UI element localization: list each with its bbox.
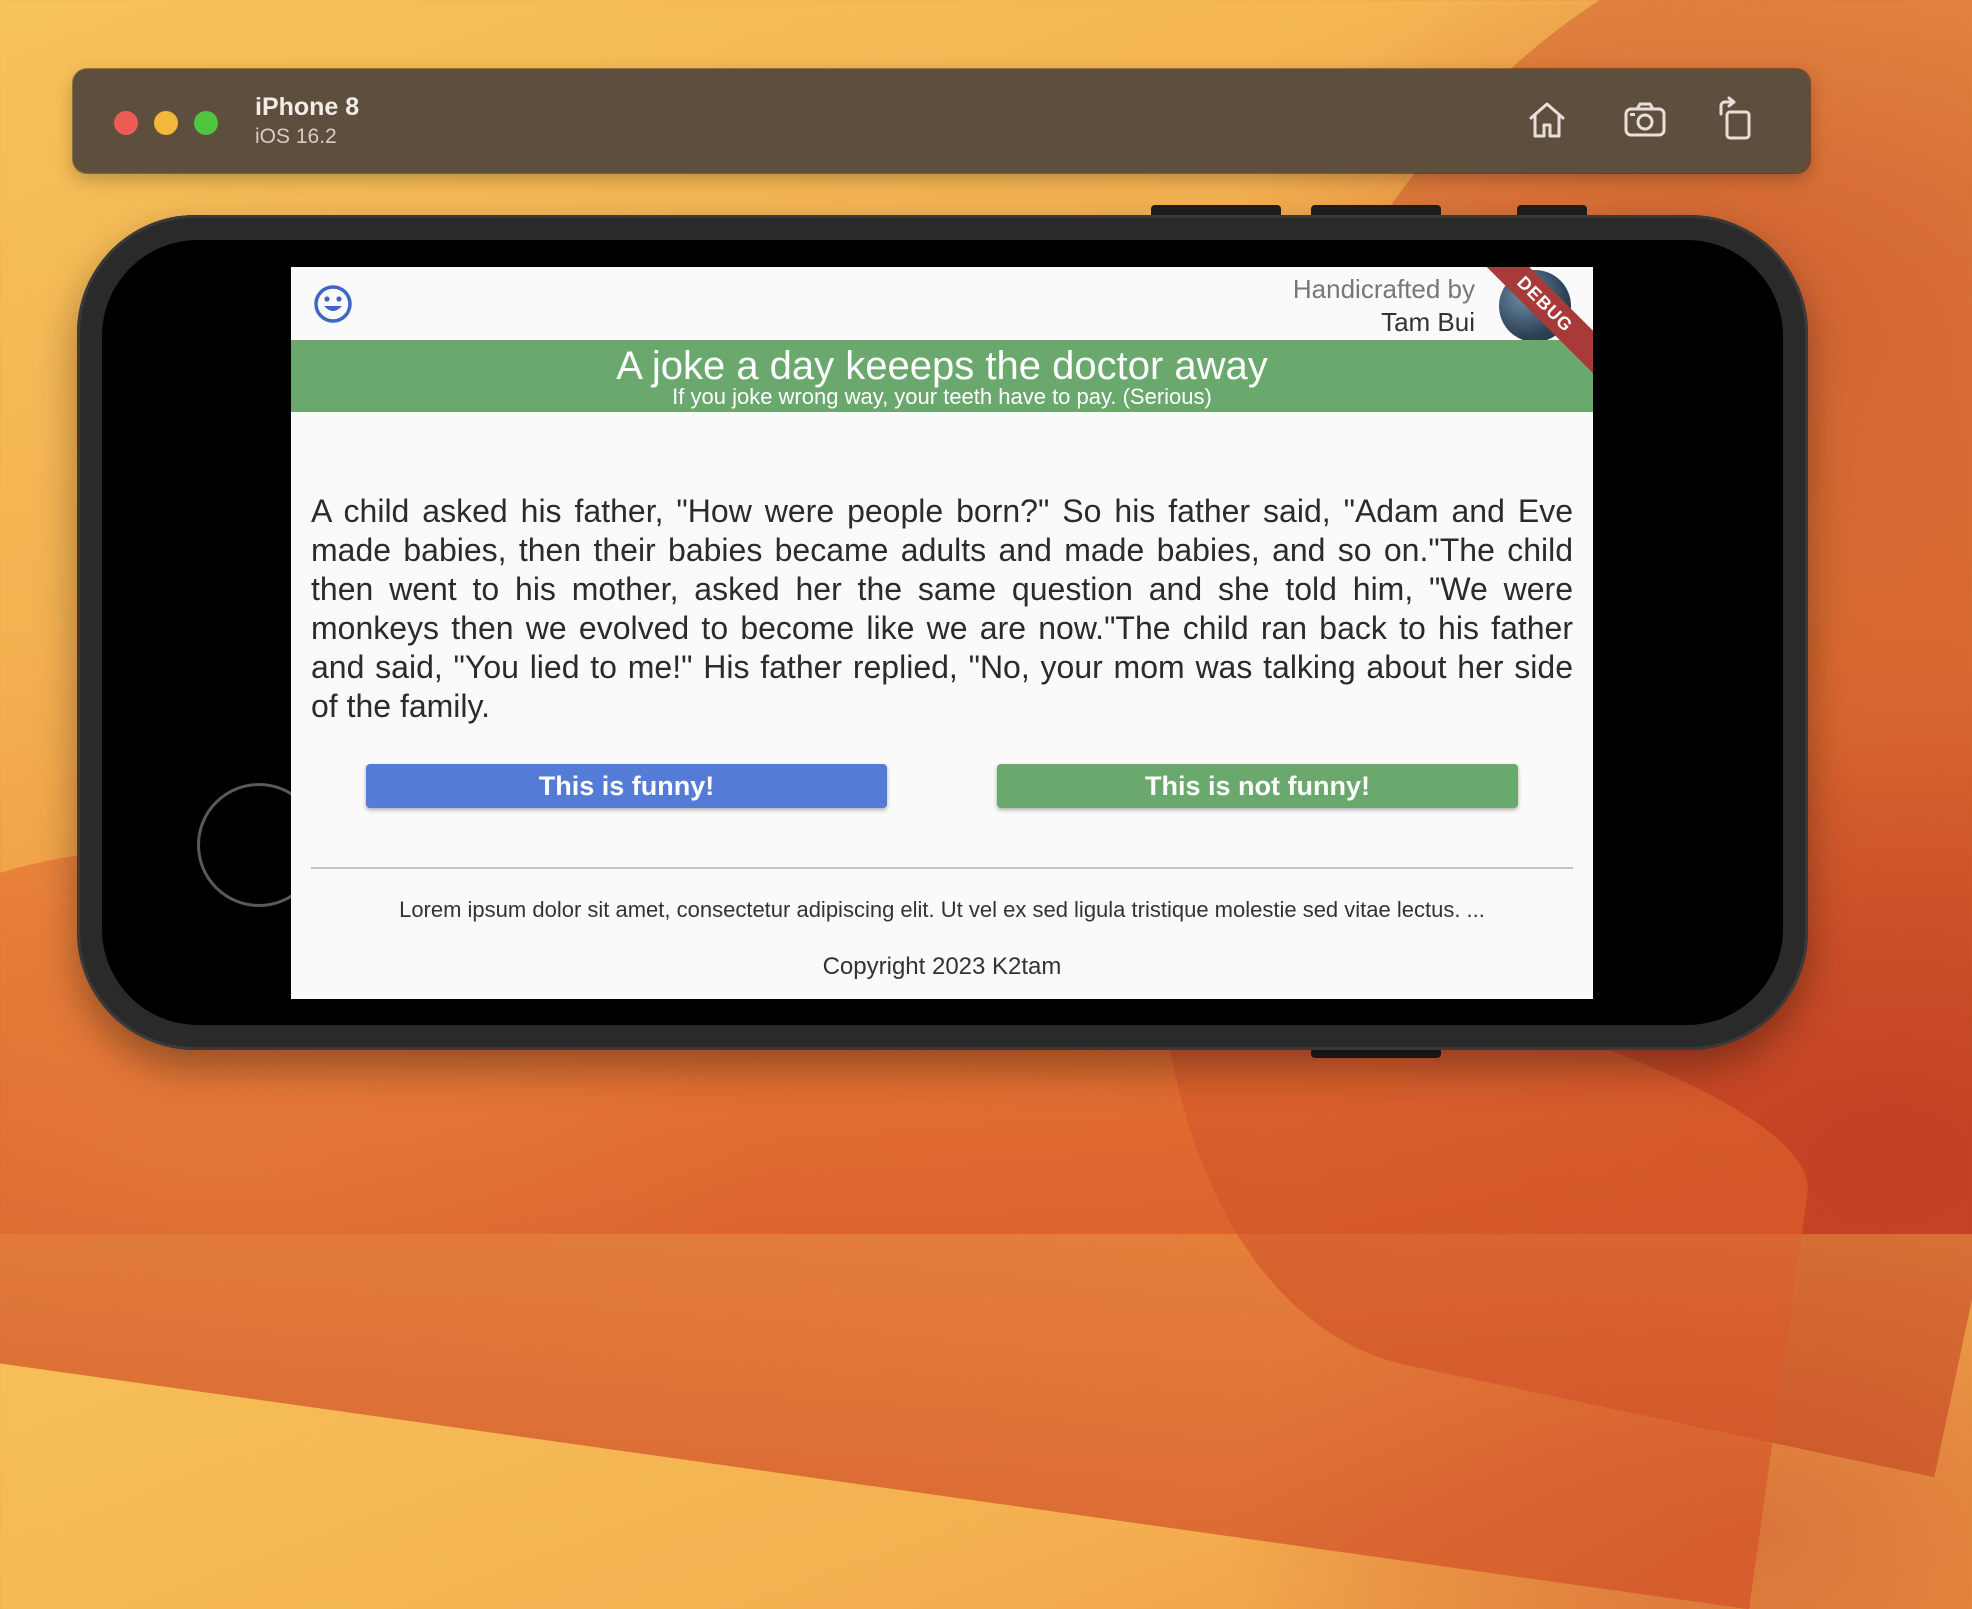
- page-title: A joke a day keeeps the doctor away: [616, 344, 1268, 388]
- footer-lorem-text: Lorem ipsum dolor sit amet, consectetur …: [399, 897, 1485, 922]
- zoom-window-button[interactable]: [194, 111, 218, 135]
- author-name: Tam Bui: [1381, 307, 1475, 337]
- rotate-icon[interactable]: [1713, 96, 1761, 144]
- app-screen: Handicrafted by Tam Bui A joke a day kee…: [291, 267, 1593, 999]
- smiley-face-icon[interactable]: [313, 284, 353, 324]
- not-funny-button[interactable]: This is not funny!: [997, 764, 1518, 808]
- minimize-window-button[interactable]: [154, 111, 178, 135]
- title-banner: A joke a day keeeps the doctor away If y…: [291, 340, 1593, 412]
- joke-text: A child asked his father, "How were peop…: [311, 493, 1573, 724]
- page-subtitle: If you joke wrong way, your teeth have t…: [672, 384, 1212, 409]
- volume-up-button: [1151, 205, 1281, 215]
- copyright-text: Copyright 2023 K2tam: [822, 953, 1062, 980]
- funny-button[interactable]: This is funny!: [366, 764, 887, 808]
- os-version: iOS 16.2: [255, 125, 337, 148]
- mute-switch: [1517, 205, 1587, 215]
- device-name: iPhone 8: [255, 93, 360, 121]
- simulator-titlebar: iPhone 8 iOS 16.2: [73, 69, 1810, 173]
- author-credit: Handicrafted by Tam Bui: [1293, 273, 1475, 339]
- screenshot-icon[interactable]: [1621, 96, 1669, 144]
- close-window-button[interactable]: [114, 111, 138, 135]
- volume-down-button: [1311, 205, 1441, 215]
- footer-divider: [311, 867, 1573, 869]
- home-icon[interactable]: [1523, 96, 1571, 144]
- credit-label: Handicrafted by: [1292, 274, 1475, 304]
